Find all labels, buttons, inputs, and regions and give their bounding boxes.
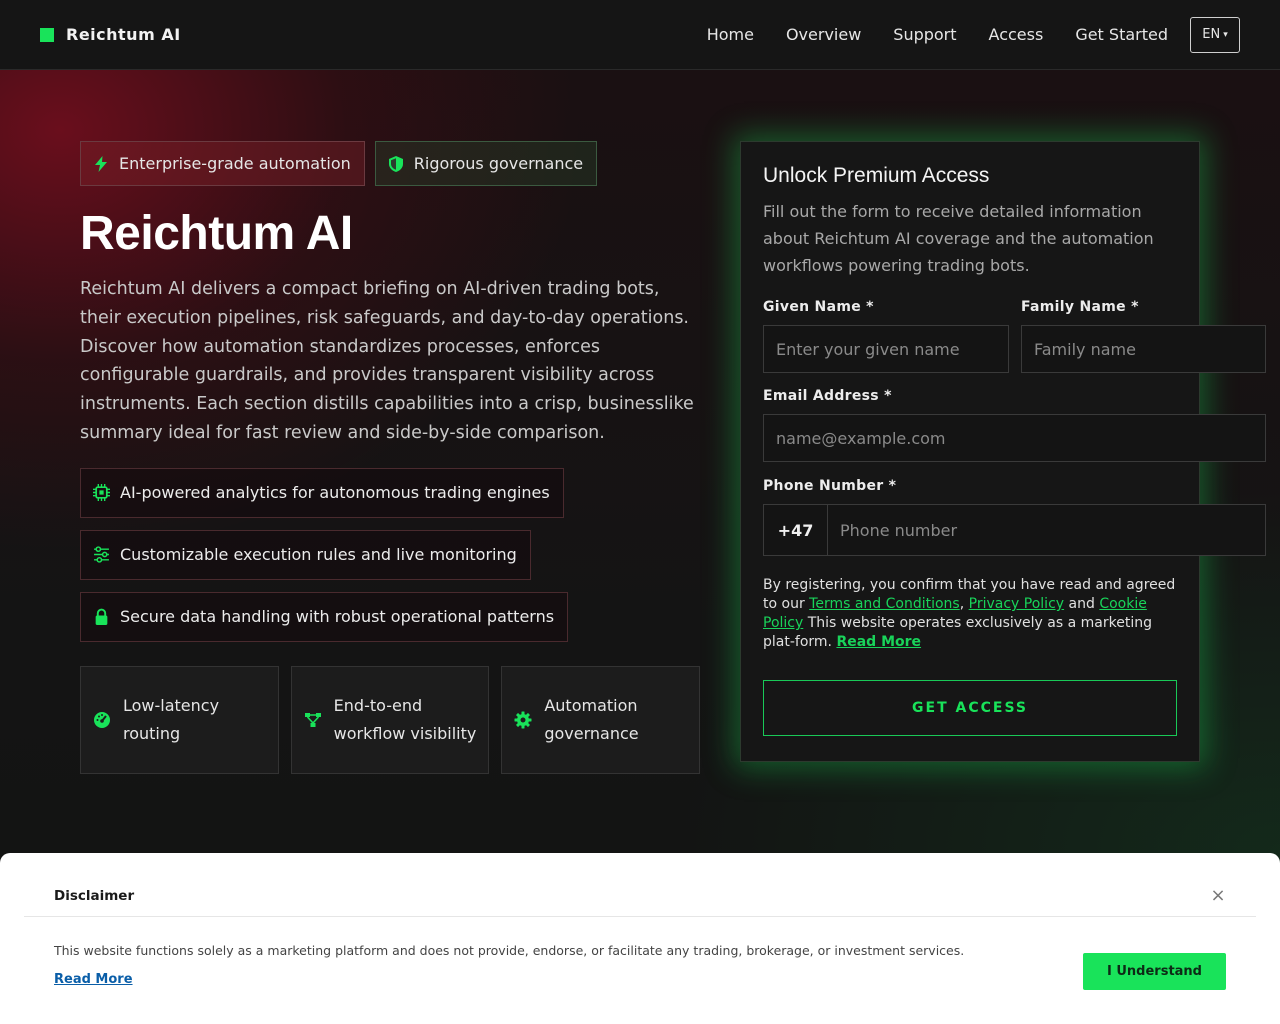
terms-link[interactable]: Terms and Conditions [809,596,960,612]
i-understand-button[interactable]: I Understand [1083,953,1226,990]
top-navbar: Reichtum AI Home Overview Support Access… [0,0,1280,70]
form-read-more-link[interactable]: Read More [836,634,921,650]
name-row: Given Name * Family Name * [763,299,1266,373]
form-subtitle: Fill out the form to receive detailed in… [763,202,1154,275]
nav-links: Home Overview Support Access Get Started… [707,16,1240,53]
form-title: Unlock Premium Access [763,164,990,187]
family-name-input[interactable] [1021,325,1266,373]
capability-card: Low-latency routing [80,665,279,774]
lock-icon [95,608,108,626]
disclaimer-banner: Disclaimer × This website functions sole… [0,853,1280,1024]
nav-link-home[interactable]: Home [707,25,754,44]
chip-icon [93,484,110,502]
capability-cards: Low-latency routing End-to-end workflow … [80,665,701,774]
badge-governance: Rigorous governance [374,141,598,186]
feature-label: Customizable execution rules and live mo… [120,545,517,565]
card-label: Automation governance [544,696,639,743]
card-label: End-to-end workflow visibility [333,696,477,743]
shield-icon [388,155,403,172]
feature-label: Secure data handling with robust operati… [120,607,555,627]
legal-text: By registering, you confirm that you hav… [763,576,1178,652]
disclaimer-title: Disclaimer [54,888,135,904]
card-label: Low-latency routing [123,696,220,743]
given-name-label: Given Name * [763,299,874,315]
feature-item: AI-powered analytics for autonomous trad… [80,467,564,518]
capability-card: End-to-end workflow visibility [290,665,490,774]
workflow-icon [304,712,321,727]
divider [24,916,1256,917]
legal-comma: , [959,596,969,612]
page-title: Reichtum AI [80,207,353,260]
close-icon[interactable]: × [1208,886,1228,906]
disclaimer-text: This website functions solely as a marke… [54,943,965,958]
feature-item: Secure data handling with robust operati… [80,591,569,642]
logo-text: Reichtum AI [66,25,181,44]
bolt-icon [95,155,107,172]
feature-item: Customizable execution rules and live mo… [80,529,531,580]
email-label: Email Address * [763,388,892,404]
phone-country-code[interactable]: +47 [764,505,828,555]
feature-label: AI-powered analytics for autonomous trad… [120,483,550,503]
email-input[interactable] [763,414,1266,462]
phone-field-group: Phone Number * +47 [763,478,1266,556]
capability-card: Automation governance [501,665,701,774]
logo-square-icon [40,27,54,42]
language-label: EN [1202,27,1221,42]
nav-link-overview[interactable]: Overview [786,25,861,44]
hero-content: Enterprise-grade automation Rigorous gov… [80,141,701,774]
legal-and: and [1064,596,1100,612]
gear-icon [514,711,532,729]
given-name-input[interactable] [763,325,1009,373]
badge-label: Enterprise-grade automation [119,154,351,173]
get-access-button[interactable]: GET ACCESS [763,680,1177,736]
given-name-field-group: Given Name * [763,299,1009,373]
family-name-label: Family Name * [1021,299,1139,315]
gauge-icon [94,711,110,728]
email-field-group: Email Address * [763,388,1266,462]
privacy-link[interactable]: Privacy Policy [969,596,1064,612]
sliders-icon [94,546,109,563]
feature-list: AI-powered analytics for autonomous trad… [80,467,700,642]
nav-link-get-started[interactable]: Get Started [1075,25,1168,44]
caret-down-icon: ▾ [1223,29,1228,40]
phone-label: Phone Number * [763,478,897,494]
phone-input[interactable] [828,505,1265,555]
nav-link-access[interactable]: Access [989,25,1044,44]
nav-link-support[interactable]: Support [893,25,956,44]
family-name-field-group: Family Name * [1021,299,1266,373]
signup-form: Unlock Premium Access Fill out the form … [740,141,1266,762]
hero-badges: Enterprise-grade automation Rigorous gov… [80,141,700,186]
phone-input-group: +47 [763,504,1266,556]
badge-label: Rigorous governance [413,154,584,173]
hero-description: Reichtum AI delivers a compact briefing … [80,279,694,443]
legal-suffix: This website operates exclusively as a m… [763,615,1152,650]
disclaimer-read-more-link[interactable]: Read More [54,972,133,987]
language-selector[interactable]: EN ▾ [1190,16,1240,53]
badge-automation: Enterprise-grade automation [80,141,365,186]
logo[interactable]: Reichtum AI [40,25,181,44]
